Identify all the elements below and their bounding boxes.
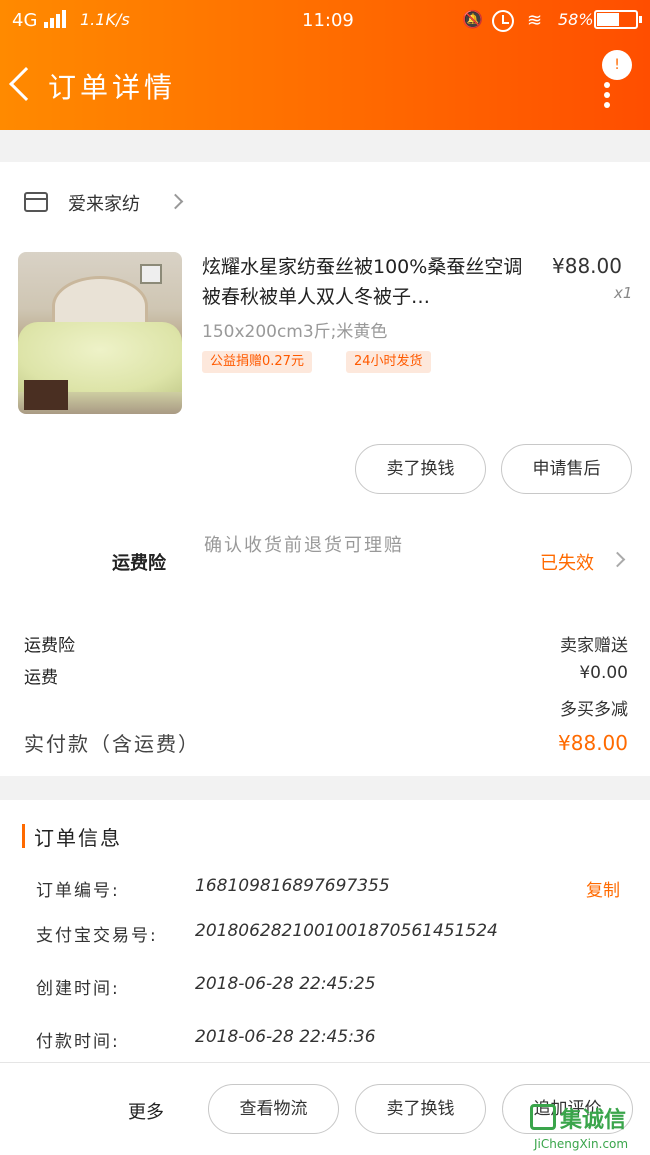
product-title[interactable]: 炫耀水星家纺蚕丝被100%桑蚕丝空调被春秋被单人双人冬被子… bbox=[202, 252, 532, 312]
view-logistics-button[interactable]: 查看物流 bbox=[208, 1084, 339, 1134]
product-quantity: x1 bbox=[614, 284, 633, 302]
more-button[interactable]: 更多 bbox=[128, 1098, 164, 1124]
shipping-tag: 24小时发货 bbox=[346, 351, 431, 373]
created-time-value: 2018-06-28 22:45:25 bbox=[195, 974, 376, 994]
network-speed: 1.1K/s bbox=[80, 10, 130, 29]
insurance-description: 确认收货前退货可理赔 bbox=[204, 535, 404, 556]
created-time-label: 创建时间: bbox=[36, 979, 120, 999]
alarm-icon bbox=[492, 10, 514, 32]
status-bar: 4G 1.1K/s 11:09 🔕 ≋ 58% bbox=[0, 0, 650, 42]
paid-amount-value: ¥88.00 bbox=[558, 731, 628, 755]
insurance-title: 运费险 bbox=[112, 553, 166, 574]
product-image-box bbox=[24, 380, 68, 410]
insurance-status[interactable]: 已失效 bbox=[540, 549, 594, 575]
section-accent-bar bbox=[22, 824, 25, 848]
app-header: 4G 1.1K/s 11:09 🔕 ≋ 58% 订单详情 ! bbox=[0, 0, 650, 130]
product-price: ¥88.00 bbox=[552, 254, 622, 278]
resell-button-bottom[interactable]: 卖了换钱 bbox=[355, 1084, 486, 1134]
clock: 11:09 bbox=[302, 10, 354, 31]
copy-button[interactable]: 复制 bbox=[586, 876, 620, 901]
watermark-text: 集诚信 bbox=[560, 1108, 627, 1133]
more-options-icon[interactable] bbox=[604, 82, 610, 112]
watermark-url: JiChengXin.com bbox=[534, 1137, 629, 1151]
network-type: 4G bbox=[12, 10, 38, 31]
alipay-trade-value: 2018062821001001870561451524 bbox=[195, 921, 498, 941]
shipping-note: 多买多减 bbox=[560, 700, 628, 720]
product-image-frame bbox=[140, 264, 162, 284]
battery-icon bbox=[594, 10, 642, 29]
order-number-label: 订单编号: bbox=[36, 881, 120, 901]
signal-icon bbox=[44, 10, 66, 28]
mute-icon: 🔕 bbox=[462, 10, 484, 30]
watermark-logo-icon bbox=[530, 1104, 556, 1130]
product-spec: 150x200cm3斤;米黄色 bbox=[202, 322, 388, 342]
resell-button[interactable]: 卖了换钱 bbox=[355, 444, 486, 494]
wifi-icon: ≋ bbox=[527, 10, 543, 31]
page-title: 订单详情 bbox=[48, 71, 177, 104]
order-number-value: 168109816897697355 bbox=[195, 876, 390, 896]
paid-time-value: 2018-06-28 22:45:36 bbox=[195, 1027, 376, 1047]
paid-amount-label: 实付款（含运费） bbox=[24, 732, 200, 756]
notification-badge[interactable]: ! bbox=[602, 50, 632, 80]
after-sales-button[interactable]: 申请售后 bbox=[501, 444, 632, 494]
insurance-fee-label: 运费险 bbox=[24, 636, 75, 656]
back-icon[interactable] bbox=[9, 67, 43, 101]
alipay-trade-label: 支付宝交易号: bbox=[36, 926, 158, 946]
shop-name[interactable]: 爱来家纺 bbox=[68, 190, 140, 216]
shipping-fee-value: ¥0.00 bbox=[579, 663, 628, 683]
charity-tag: 公益捐赠0.27元 bbox=[202, 351, 312, 373]
paid-time-label: 付款时间: bbox=[36, 1032, 120, 1052]
product-image[interactable] bbox=[18, 252, 182, 414]
insurance-fee-value: 卖家赠送 bbox=[560, 636, 628, 656]
battery-percent: 58% bbox=[558, 10, 594, 29]
shop-icon bbox=[24, 192, 48, 212]
order-info-title: 订单信息 bbox=[34, 826, 122, 850]
watermark: 集诚信 JiChengXin.com bbox=[526, 1104, 650, 1155]
shipping-fee-label: 运费 bbox=[24, 668, 58, 688]
